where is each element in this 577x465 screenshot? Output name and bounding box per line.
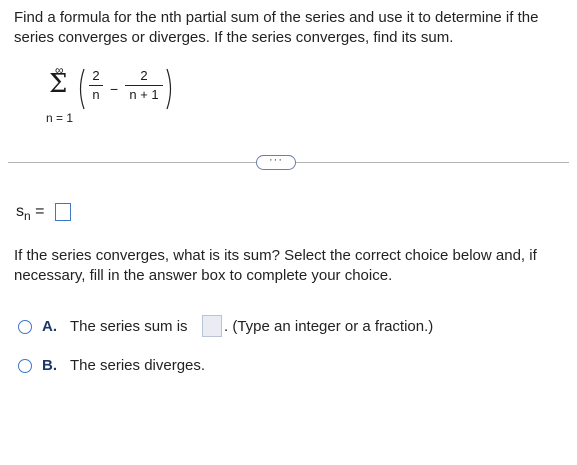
- choice-a-radio[interactable]: [18, 320, 32, 334]
- right-paren-icon: [166, 68, 172, 110]
- fraction-denominator: n + 1: [129, 87, 159, 102]
- choice-a-letter: A.: [42, 318, 57, 335]
- left-paren-icon: [79, 68, 85, 110]
- choice-b-text: The series diverges.: [70, 357, 206, 374]
- sigma-symbol: Σ: [49, 69, 68, 99]
- partial-sum-subscript: n: [24, 209, 31, 224]
- series-formula: ∞ Σ n = 1 2 n − 2 n + 1: [44, 58, 244, 128]
- choice-b-radio[interactable]: [18, 359, 32, 373]
- minus-operator: −: [110, 81, 119, 97]
- fraction-2-over-n: 2 n: [89, 68, 103, 103]
- choice-b-letter: B.: [42, 357, 57, 374]
- fraction-bar: [125, 85, 163, 86]
- choice-a-text: The series sum is: [70, 318, 188, 335]
- partial-sum-s: s: [16, 203, 24, 220]
- sigma-lower-limit: n = 1: [46, 111, 74, 125]
- fraction-denominator: n: [92, 87, 100, 102]
- series-sum-answer-input[interactable]: [202, 315, 222, 337]
- more-options-button[interactable]: ···: [256, 155, 296, 170]
- choice-b[interactable]: B. The series diverges.: [18, 357, 318, 377]
- partial-sum-label: sn =: [16, 203, 44, 223]
- fraction-numerator: 2: [140, 68, 148, 83]
- partial-sum-answer-input[interactable]: [55, 203, 71, 221]
- fraction-numerator: 2: [92, 68, 100, 83]
- fraction-bar: [89, 85, 103, 86]
- question-text: Find a formula for the nth partial sum o…: [14, 9, 539, 46]
- choice-a-text-before: The series sum is: [70, 318, 188, 335]
- fraction-2-over-n-plus-1: 2 n + 1: [125, 68, 163, 103]
- prompt-text: If the series converges, what is its sum…: [14, 247, 537, 284]
- choice-a-hint: . (Type an integer or a fraction.): [224, 318, 434, 335]
- equals-sign: =: [35, 203, 45, 220]
- choice-a[interactable]: A. The series sum is . (Type an integer …: [18, 315, 518, 338]
